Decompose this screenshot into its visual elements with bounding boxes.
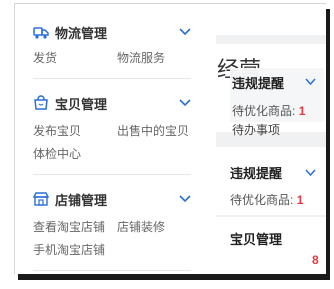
chevron-down-icon[interactable] [179,99,191,107]
right-panel: 经营 待办事项 违规提醒 待优化商品: 1 违规提醒 待优化商品: 1 宝贝管理… [216,4,326,274]
popup-pending-label: 待优化商品: [232,104,296,118]
popup-title: 违规提醒 [232,76,285,91]
product-card[interactable]: 宝贝管理 8 [216,217,326,274]
section-header-store[interactable]: 店铺管理 [32,189,108,209]
card-title: 违规提醒 [230,166,283,181]
card-pending-label: 待优化商品: [230,193,294,207]
link-view-store[interactable]: 查看淘宝店铺 [33,218,105,235]
section-title: 宝贝管理 [55,96,108,112]
divider [33,174,191,175]
section-header-logistics[interactable]: 物流管理 [33,22,107,42]
link-mobile-store[interactable]: 手机淘宝店铺 [33,241,105,258]
app-frame: 物流管理 发货 物流服务 宝贝管理 发布宝贝 出售中的宝贝 体检中心 店铺管理 … [14,3,326,274]
truck-icon [33,24,49,40]
shopping-bag-icon [33,95,49,111]
link-ship[interactable]: 发货 [33,49,57,66]
card-pending-row: 待优化商品: 1 [230,191,303,208]
corner-number: 8 [312,253,319,267]
chevron-down-icon[interactable] [305,78,316,86]
chevron-down-icon[interactable] [305,169,316,177]
divider [33,78,191,79]
link-health-check[interactable]: 体检中心 [33,145,81,162]
todo-text: 待办事项 [232,123,281,137]
alert-card[interactable]: 违规提醒 待优化商品: 1 [216,147,326,215]
divider [33,270,191,271]
section-title: 物流管理 [55,25,108,41]
link-products-on-sale[interactable]: 出售中的宝贝 [117,122,189,139]
card-pending-count: 1 [296,193,304,207]
link-store-decoration[interactable]: 店铺装修 [117,218,165,235]
store-icon [32,191,50,207]
chevron-down-icon[interactable] [179,28,191,36]
section-header-product[interactable]: 宝贝管理 [33,93,107,113]
left-sidebar: 物流管理 发货 物流服务 宝贝管理 发布宝贝 出售中的宝贝 体检中心 店铺管理 … [15,4,204,274]
top-card [216,4,326,35]
card-title: 宝贝管理 [230,232,283,247]
section-title: 店铺管理 [55,192,108,208]
popup-pending-row: 待优化商品: 1 [232,102,305,119]
chevron-down-icon[interactable] [179,195,191,203]
alert-popup[interactable]: 违规提醒 待优化商品: 1 [230,68,324,122]
link-logistics-service[interactable]: 物流服务 [117,49,165,66]
link-publish-product[interactable]: 发布宝贝 [33,122,81,139]
popup-pending-count: 1 [298,104,306,118]
